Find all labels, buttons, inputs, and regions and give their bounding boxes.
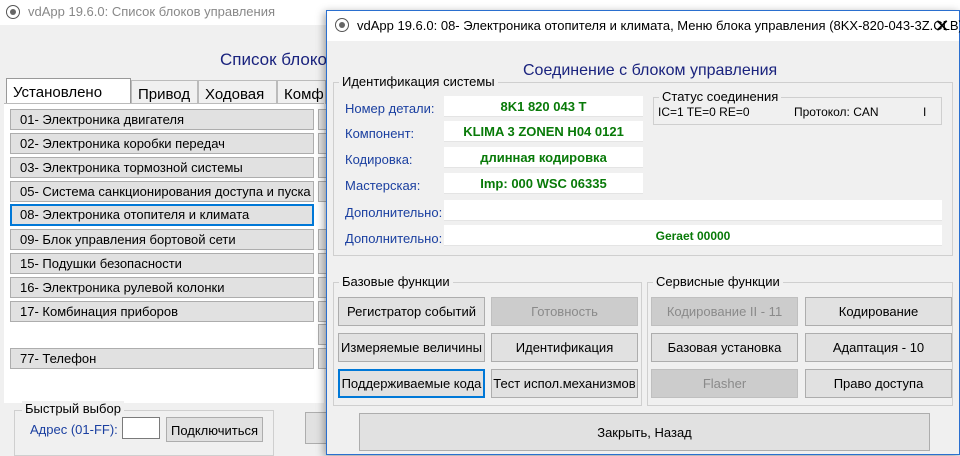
identification-button[interactable]: Идентификация [491,333,638,362]
control-unit-item[interactable]: 02- Электроника коробки передач [10,133,314,154]
supported-codes-button[interactable]: Поддерживаемые кода [338,369,485,398]
background-window-title: vdApp 19.6.0: Список блоков управления [28,4,276,19]
control-unit-item[interactable]: 01- Электроника двигателя [10,109,314,130]
system-identification-label: Идентификация системы [339,74,498,89]
close-back-button[interactable]: Закрыть, Назад [359,413,930,451]
workshop-value: Imp: 000 WSC 06335 [444,173,643,194]
control-unit-item[interactable]: 03- Электроника тормозной системы [10,157,314,178]
adaptation-button[interactable]: Адаптация - 10 [805,333,952,362]
connection-status-text: IC=1 TE=0 RE=0 [658,105,750,119]
control-unit-item[interactable]: 09- Блок управления бортовой сети [10,229,314,250]
basic-functions-label: Базовые функции [339,274,453,289]
measured-values-button[interactable]: Измеряемые величины [338,333,485,362]
control-unit-item[interactable]: 17- Комбинация приборов [10,301,314,322]
quick-select-label: Быстрый выбор [22,401,124,416]
background-button-partial[interactable] [305,412,327,444]
service-functions-label: Сервисные функции [653,274,783,289]
tab-installed[interactable]: Установлено [6,78,131,104]
additional-value-1 [444,200,942,221]
coding-label: Кодировка: [345,152,413,167]
tab-drive[interactable]: Привод [131,80,198,104]
coding-ii-button: Кодирование II - 11 [651,297,798,326]
control-unit-item[interactable]: 77- Телефон [10,348,314,369]
workshop-label: Мастерская: [345,178,421,193]
control-unit-item[interactable]: 16- Электроника рулевой колонки [10,277,314,298]
control-unit-list-heading: Список блоков [220,50,336,69]
additional-label-2: Дополнительно: [345,231,443,246]
app-icon [6,5,20,19]
additional-value-2: Geraet 00000 [444,225,942,246]
part-number-label: Номер детали: [345,101,435,116]
connection-heading: Соединение с блоком управления [523,62,778,79]
control-unit-item-selected[interactable]: 08- Электроника отопителя и климата [10,204,314,226]
address-label: Адрес (01-FF): [30,422,118,437]
dialog-title-bar: vdApp 19.6.0: 08- Электроника отопителя … [327,11,960,41]
additional-label-1: Дополнительно: [345,205,443,220]
coding-button[interactable]: Кодирование [805,297,952,326]
component-label: Компонент: [345,126,415,141]
actuator-test-button[interactable]: Тест испол.механизмов [491,369,638,398]
component-value: KLIMA 3 ZONEN H04 0121 [444,121,643,142]
control-unit-menu-dialog: vdApp 19.6.0: 08- Электроника отопителя … [326,10,960,455]
readiness-button: Готовность [491,297,638,326]
access-rights-button[interactable]: Право доступа [805,369,952,398]
coding-value: длинная кодировка [444,147,643,168]
dialog-title: vdApp 19.6.0: 08- Электроника отопителя … [357,18,960,33]
control-unit-item[interactable]: 15- Подушки безопасности [10,253,314,274]
part-number-value: 8K1 820 043 T [444,96,643,117]
address-input[interactable] [122,417,160,439]
connect-button[interactable]: Подключиться [166,417,263,442]
tab-comfort[interactable]: Комф [277,80,326,104]
close-icon[interactable]: ✕ [925,13,959,39]
connection-indicator: I [923,105,927,119]
basic-settings-button[interactable]: Базовая установка [651,333,798,362]
app-icon [335,18,349,32]
tab-chassis[interactable]: Ходовая [198,80,277,104]
flasher-button: Flasher [651,369,798,398]
control-unit-item[interactable]: 05- Система санкционирования доступа и п… [10,181,314,202]
connection-status-label: Статус соединения [659,89,782,104]
protocol-text: Протокол: CAN [794,105,879,119]
event-log-button[interactable]: Регистратор событий [338,297,485,326]
